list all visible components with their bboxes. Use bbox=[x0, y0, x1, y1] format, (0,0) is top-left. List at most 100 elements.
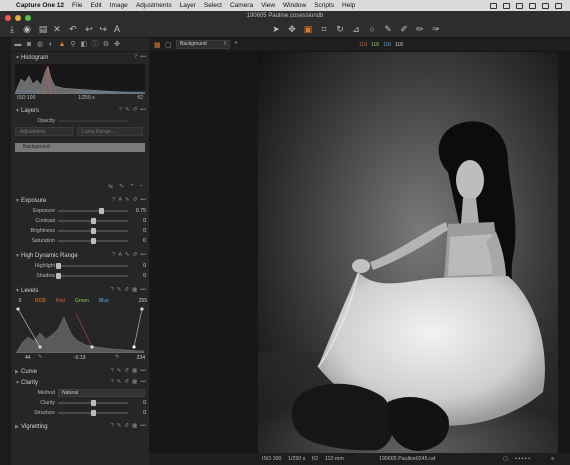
exposure-header[interactable]: ▼ Exposure ? A ✎ ↺ ••• bbox=[11, 195, 149, 206]
levels-output-high[interactable]: 234 bbox=[137, 355, 145, 361]
help-icon[interactable]: ? bbox=[111, 379, 114, 385]
battery-icon[interactable] bbox=[516, 2, 523, 9]
reset-icon[interactable]: ↺ bbox=[124, 368, 129, 374]
levels-input-high[interactable]: 255 bbox=[139, 298, 147, 304]
picker-icon[interactable]: ✎ bbox=[117, 423, 122, 429]
luma-range-button[interactable]: Luma Range... bbox=[77, 127, 143, 136]
text-icon[interactable]: A bbox=[112, 25, 122, 34]
adjustment-dropdown[interactable]: Adjustment bbox=[15, 127, 73, 136]
more-icon[interactable]: ••• bbox=[140, 423, 146, 429]
menu-camera[interactable]: Camera bbox=[230, 2, 253, 9]
clarity-slider[interactable] bbox=[58, 400, 128, 406]
levels-output-low-handle[interactable] bbox=[38, 345, 42, 349]
capture-icon[interactable]: ◉ bbox=[22, 25, 32, 34]
remove-layer-icon[interactable]: – bbox=[140, 183, 143, 193]
menu-select[interactable]: Select bbox=[204, 2, 222, 9]
menu-scripts[interactable]: Scripts bbox=[314, 2, 334, 9]
levels-high-handle[interactable] bbox=[140, 307, 144, 311]
reset-icon[interactable]: ↺ bbox=[133, 252, 138, 258]
saturation-value[interactable]: 0 bbox=[132, 238, 146, 244]
capture-tab-icon[interactable]: ◙ bbox=[25, 41, 33, 49]
menu-layer[interactable]: Layer bbox=[180, 2, 196, 9]
keystone-tool-icon[interactable]: ⊿ bbox=[351, 25, 361, 34]
brightness-knob[interactable] bbox=[90, 228, 96, 234]
cursor-tool-icon[interactable]: ➤ bbox=[271, 25, 281, 34]
crop-tool-icon[interactable]: ⌗ bbox=[319, 25, 329, 34]
more-icon[interactable]: ••• bbox=[140, 107, 146, 113]
tray-window-icon[interactable] bbox=[503, 2, 510, 9]
color-tab-icon[interactable]: ◐ bbox=[47, 41, 55, 49]
undo-icon[interactable]: ↩ bbox=[84, 25, 94, 34]
more-icon[interactable]: ••• bbox=[140, 197, 146, 203]
clarity-knob[interactable] bbox=[90, 400, 96, 406]
channel-blue-tab[interactable]: Blue bbox=[99, 298, 109, 304]
more-icon[interactable]: ••• bbox=[140, 379, 146, 385]
reset-icon[interactable]: ↺ bbox=[133, 107, 138, 113]
menu-app-name[interactable]: Capture One 12 bbox=[16, 2, 64, 9]
brush-tool-icon[interactable]: ✐ bbox=[399, 25, 409, 34]
menu-help[interactable]: Help bbox=[342, 2, 355, 9]
redo-icon[interactable]: ↪ bbox=[98, 25, 108, 34]
adjustments-tab-icon[interactable]: ◧ bbox=[80, 41, 88, 49]
clarity-value[interactable]: 0 bbox=[132, 400, 146, 406]
channel-rgb-tab[interactable]: RGB bbox=[35, 298, 46, 304]
exposure-value[interactable]: 0.75 bbox=[132, 208, 146, 214]
auto-icon[interactable]: A bbox=[118, 197, 122, 203]
help-icon[interactable]: ? bbox=[119, 107, 122, 113]
exposure-knob[interactable] bbox=[98, 208, 104, 214]
details-tab-icon[interactable]: ⚲ bbox=[69, 41, 77, 49]
picker-icon[interactable]: ✎ bbox=[117, 287, 122, 293]
more-icon[interactable]: ••• bbox=[140, 287, 146, 293]
levels-midtone-handle[interactable] bbox=[90, 345, 94, 349]
reset-icon[interactable]: ↺ bbox=[124, 423, 129, 429]
rating-dots[interactable]: • • • • • bbox=[515, 456, 530, 462]
dropbox-icon[interactable] bbox=[490, 2, 497, 9]
image-viewer[interactable] bbox=[149, 52, 570, 453]
levels-output-high-handle[interactable] bbox=[132, 345, 136, 349]
contrast-slider[interactable] bbox=[58, 218, 128, 224]
layer-item-background[interactable]: Background bbox=[15, 143, 145, 152]
auto-icon[interactable]: A bbox=[118, 252, 122, 258]
channel-red-tab[interactable]: Red bbox=[56, 298, 65, 304]
contrast-value[interactable]: 0 bbox=[132, 218, 146, 224]
library-tab-icon[interactable]: ▬ bbox=[14, 41, 22, 49]
grid-icon[interactable]: ▦ bbox=[132, 287, 137, 293]
menu-icon[interactable]: ≡ bbox=[551, 456, 554, 462]
delete-icon[interactable]: ✕ bbox=[52, 25, 62, 34]
shadow-value[interactable]: 0 bbox=[132, 273, 146, 279]
picker-tool-icon[interactable]: ✎ bbox=[383, 25, 393, 34]
picker-icon[interactable]: ✎ bbox=[117, 368, 122, 374]
brush-layer-icon[interactable]: ✎ bbox=[119, 183, 124, 193]
brightness-value[interactable]: 0 bbox=[132, 228, 146, 234]
levels-midtone-value[interactable]: -0.13 bbox=[74, 355, 85, 361]
levels-low-handle[interactable] bbox=[16, 307, 20, 311]
auto-icon[interactable]: ✎ bbox=[125, 107, 130, 113]
help-icon[interactable]: ? bbox=[111, 368, 114, 374]
batch-tab-icon[interactable]: ✤ bbox=[113, 41, 121, 49]
gradient-tool-icon[interactable]: ✏ bbox=[415, 25, 425, 34]
menu-window[interactable]: Window bbox=[283, 2, 306, 9]
highlight-value[interactable]: 0 bbox=[132, 263, 146, 269]
structure-value[interactable]: 0 bbox=[132, 410, 146, 416]
photo-preview[interactable] bbox=[258, 52, 558, 453]
exposure-tab-icon[interactable]: ▲ bbox=[58, 41, 66, 49]
shadow-slider[interactable] bbox=[55, 273, 128, 279]
shadow-knob[interactable] bbox=[55, 273, 61, 279]
import-icon[interactable]: ⤓ bbox=[7, 25, 17, 34]
menu-file[interactable]: File bbox=[72, 2, 82, 9]
channel-green-tab[interactable]: Green bbox=[75, 298, 89, 304]
curve-header[interactable]: ▶ Curve ? ✎ ↺ ▦ ••• bbox=[11, 366, 149, 377]
picker-icon[interactable]: ✎ bbox=[125, 197, 130, 203]
menu-edit[interactable]: Edit bbox=[91, 2, 102, 9]
picker-icon[interactable]: ✎ bbox=[125, 252, 130, 258]
time-machine-icon[interactable] bbox=[529, 2, 536, 9]
saturation-knob[interactable] bbox=[90, 238, 96, 244]
levels-output-low[interactable]: 44 bbox=[25, 355, 31, 361]
structure-knob[interactable] bbox=[90, 410, 96, 416]
reset-icon[interactable]: ↺ bbox=[133, 197, 138, 203]
vignetting-header[interactable]: ▶ Vignetting ? ✎ ↺ ▦ ••• bbox=[11, 421, 149, 432]
highlight-slider[interactable] bbox=[55, 263, 128, 269]
help-icon[interactable]: ? bbox=[112, 252, 115, 258]
structure-slider[interactable] bbox=[58, 410, 128, 416]
volume-icon[interactable] bbox=[542, 2, 549, 9]
